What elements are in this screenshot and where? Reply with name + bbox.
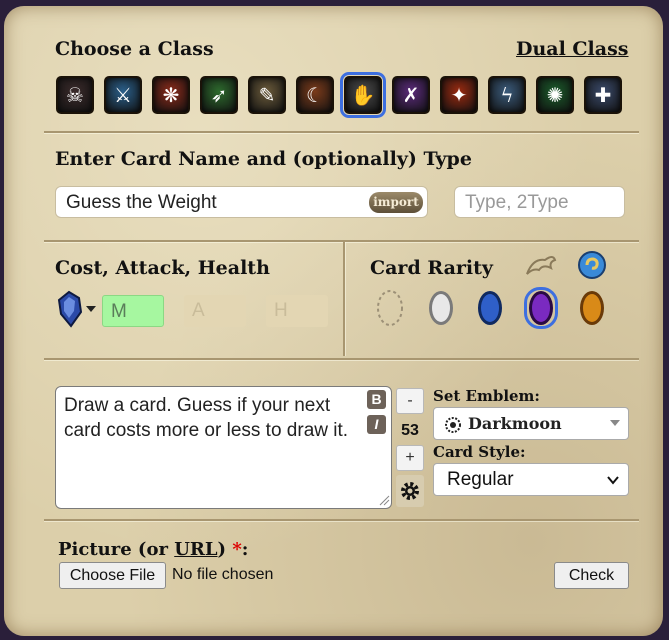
mana-gem-dropdown[interactable] [55,290,99,330]
check-button[interactable]: Check [554,562,629,589]
health-input[interactable]: H [266,295,328,327]
cost-attack-health-heading: Cost, Attack, Health [55,257,270,279]
card-name-field: import [55,186,428,218]
card-type-field [454,186,625,218]
resize-handle-icon[interactable] [378,494,390,506]
required-asterisk: * [232,539,242,560]
rarity-epic-option[interactable] [524,287,558,329]
darkmoon-icon [445,417,461,433]
bow-icon: ➶ [210,83,228,107]
scythe-icon: ☾ [306,83,324,107]
class-warlock-button[interactable]: ✺ [536,76,574,114]
picture-label-suffix: ) [217,539,227,560]
choose-file-button[interactable]: Choose File [59,562,166,589]
lightning-icon: ϟ [500,83,514,107]
class-rogue-button[interactable]: ✗ [392,76,430,114]
divider [44,240,639,242]
card-rarity-heading: Card Rarity [370,257,493,279]
cost-decrement-button[interactable]: - [396,388,424,414]
divider [44,358,639,360]
crossed-blades-icon: ✗ [402,83,420,107]
claw-icon: ✋ [350,83,376,107]
gear-icon [401,482,419,500]
card-style-label: Card Style: [433,443,526,461]
import-button[interactable]: import [369,192,423,213]
rarity-legendary-option[interactable] [577,289,607,327]
card-name-input[interactable] [64,191,368,215]
class-neutral-button[interactable]: ✋ [340,72,386,118]
rarity-rare-option[interactable] [475,289,505,327]
text-size-value: 53 [401,422,419,439]
attack-input[interactable]: A [184,295,246,327]
picture-label-colon: : [241,539,249,560]
class-druid-button[interactable]: ❋ [152,76,190,114]
set-emblem-label: Set Emblem: [433,387,540,405]
fire-staff-icon: ✦ [450,83,468,107]
sword-icon: ⚔ [114,83,132,107]
rarity-none-option[interactable] [375,289,405,327]
choose-class-heading: Choose a Class [55,38,214,60]
fel-icon: ✺ [546,83,564,107]
book-icon: ✎ [258,83,276,107]
italic-button[interactable]: I [367,415,386,434]
set-emblem-value: Darkmoon [468,414,562,433]
picture-label: Picture (or URL) *: [58,539,248,560]
divider-vertical [343,242,345,356]
epic-gem-icon [529,291,553,325]
class-mage-button[interactable]: ✎ [248,76,286,114]
card-name-heading: Enter Card Name and (optionally) Type [55,148,472,170]
class-hunter-button[interactable]: ➶ [200,76,238,114]
bold-button[interactable]: B [367,390,386,409]
mana-gem-icon [57,290,96,328]
paw-icon: ❋ [162,83,180,107]
card-text-area[interactable]: Draw a card. Guess if your next card cos… [55,386,392,509]
cost-increment-button[interactable]: + [396,445,424,471]
card-style-value: Regular [447,469,514,490]
class-paladin-button[interactable]: ✚ [584,76,622,114]
picture-label-prefix: Picture (or [58,539,175,560]
class-death-knight-button[interactable]: ☾ [296,76,334,114]
demon-hunter-icon: ☠ [66,83,84,107]
class-warrior-button[interactable]: ⚔ [104,76,142,114]
divider [44,519,639,521]
card-type-input[interactable] [463,191,617,215]
mace-icon: ✚ [594,83,612,107]
dual-class-link[interactable]: Dual Class [516,38,628,60]
mana-input[interactable]: M [102,295,164,327]
chevron-down-icon [86,306,96,312]
rarity-common-option[interactable] [426,289,456,327]
dragon-icon[interactable] [523,250,557,280]
chevron-down-icon [607,476,619,485]
class-shaman-button[interactable]: ϟ [488,76,526,114]
url-link[interactable]: URL [174,539,217,560]
no-file-text: No file chosen [172,566,274,583]
settings-button[interactable] [396,475,424,507]
class-demon-hunter-button[interactable]: ☠ [56,76,94,114]
class-priest-button[interactable]: ✦ [440,76,478,114]
chevron-down-icon [610,420,620,426]
card-style-select[interactable]: Regular [433,463,629,496]
divider [44,131,639,133]
set-emblem-select[interactable]: Darkmoon [433,407,629,440]
set-symbol-icon[interactable] [577,250,607,280]
